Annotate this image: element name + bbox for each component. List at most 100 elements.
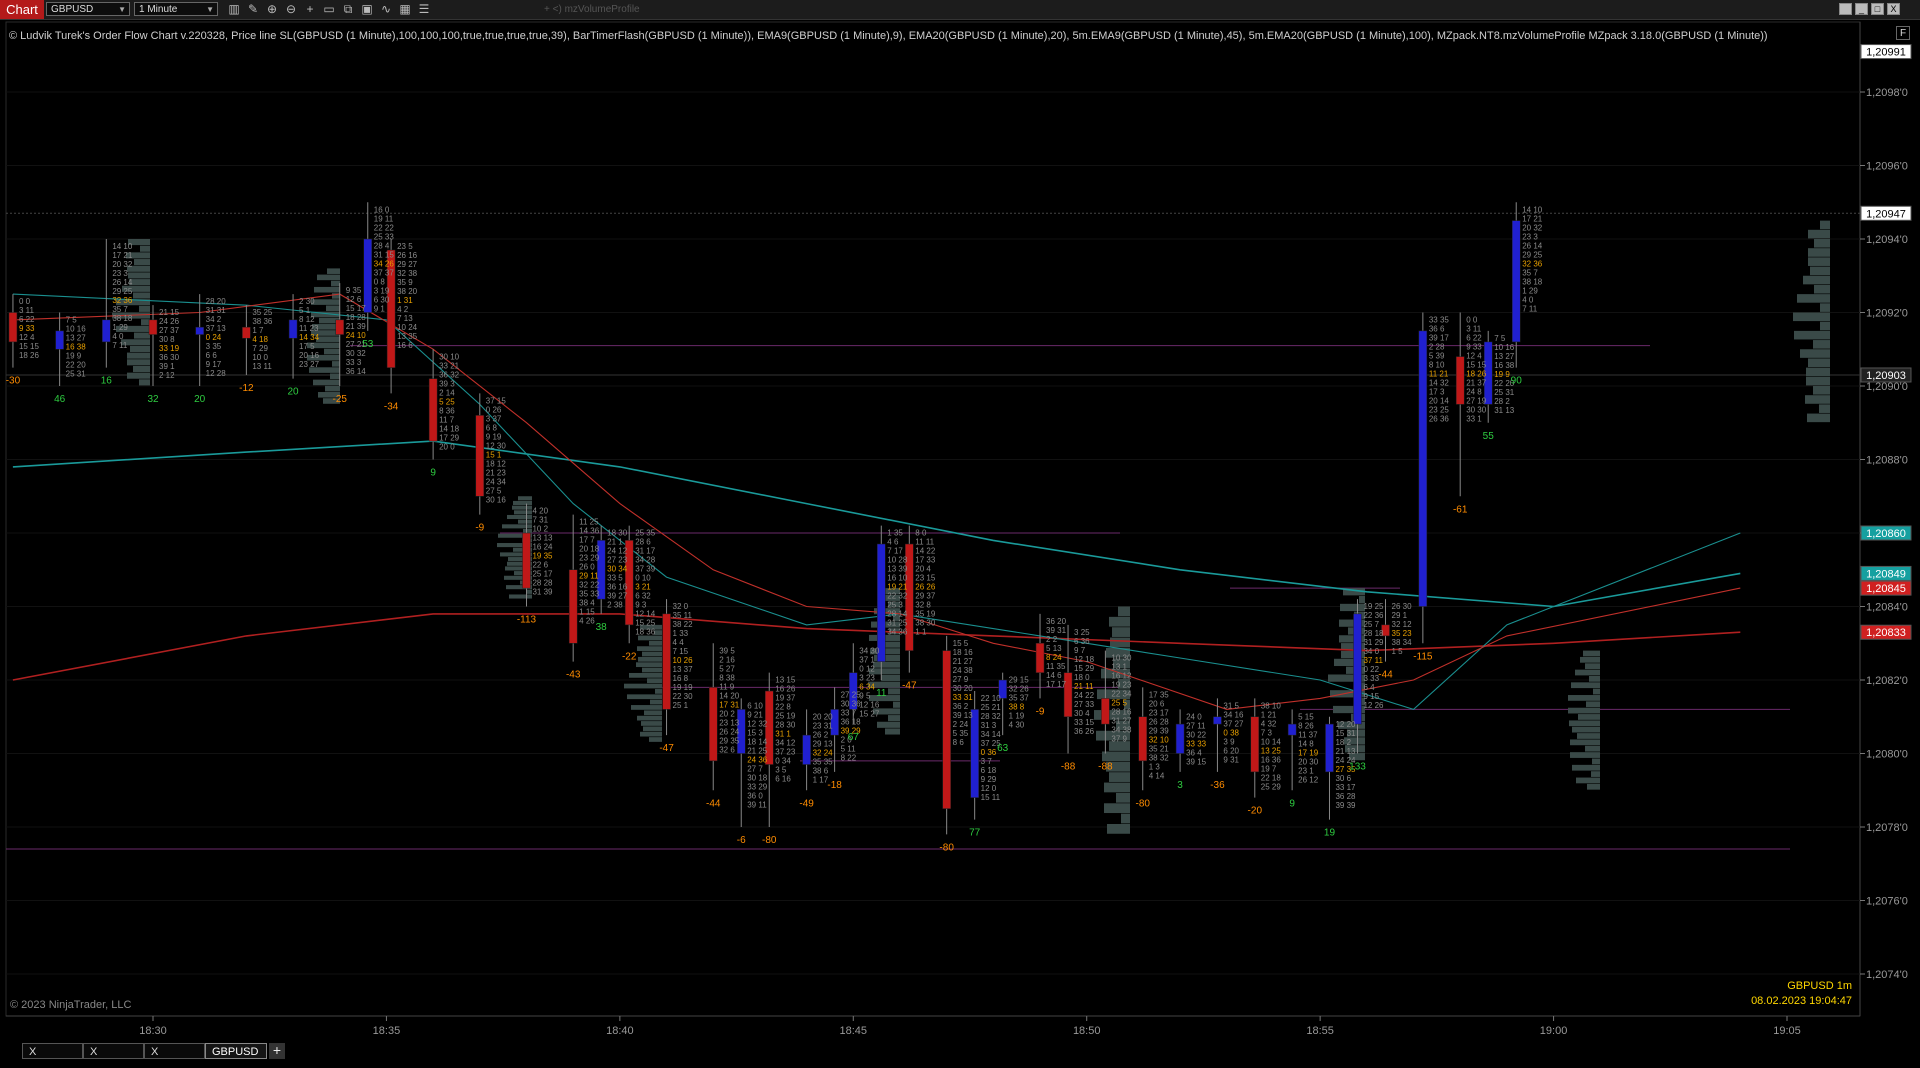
strategies-icon[interactable]: ▦ <box>397 2 413 17</box>
footprint-cell: 35 33 <box>579 590 600 599</box>
footprint-cell: 20 4 <box>915 565 931 574</box>
price-tag-label: 1,20845 <box>1866 583 1906 595</box>
candle-body[interactable] <box>242 326 251 339</box>
footprint-cell: 13 27 <box>66 334 87 343</box>
footprint-cell: 29 39 <box>1149 726 1170 735</box>
footprint-cell: 28 14 <box>887 610 908 619</box>
tab-empty-2[interactable]: X <box>83 1043 144 1059</box>
candle-body[interactable] <box>1455 356 1465 405</box>
footprint-cell: 36 30 <box>159 353 180 362</box>
y-tick-label: 1,2096'0 <box>1866 161 1908 173</box>
candle-body[interactable] <box>522 532 531 589</box>
candle-body[interactable] <box>708 687 718 762</box>
candle-body[interactable] <box>1101 698 1110 725</box>
snapshot-icon[interactable]: ⧉ <box>340 2 356 17</box>
footprint-cell: 13 11 <box>252 362 272 371</box>
footprint-cell: 22 36 <box>1363 611 1384 620</box>
candle-body[interactable] <box>55 330 64 350</box>
delta-label: -25 <box>333 394 348 405</box>
f-toggle-button[interactable]: F <box>1896 26 1910 40</box>
chart-menu-button[interactable]: Chart <box>0 0 44 19</box>
candle-body[interactable] <box>1418 330 1428 607</box>
candle-body[interactable] <box>1353 613 1362 725</box>
footprint-cell: 19 23 <box>1111 681 1132 690</box>
candle-body[interactable] <box>8 312 18 343</box>
footprint-cell: 16 26 <box>775 685 796 694</box>
maximize-button[interactable]: □ <box>1871 3 1884 15</box>
footprint-cell: 14 10 <box>1522 205 1543 214</box>
candle-body[interactable] <box>1511 220 1521 343</box>
bar-style-icon[interactable]: ▥ <box>226 2 242 17</box>
zoom-in-icon[interactable]: ⊕ <box>264 2 280 17</box>
tile-icon[interactable] <box>1839 3 1852 15</box>
candle-body[interactable] <box>1138 716 1147 762</box>
tab-gbpusd[interactable]: GBPUSD <box>205 1043 267 1059</box>
candle-body[interactable] <box>662 613 671 710</box>
volume-profile-bar <box>1118 606 1130 617</box>
chart-plot-area[interactable] <box>5 21 1861 1017</box>
volume-profile-indicator-button[interactable]: + <) mzVolumeProfile <box>544 3 640 17</box>
candle-body[interactable] <box>942 650 951 809</box>
candle-body[interactable] <box>428 378 438 442</box>
footprint-cell: 1 19 <box>1009 712 1025 721</box>
price-tag-label: 1,20849 <box>1866 568 1906 580</box>
footprint-cell: 32 22 <box>579 581 600 590</box>
volume-profile-bar <box>1104 782 1130 793</box>
footprint-cell: 25 33 <box>374 232 395 241</box>
candle-body[interactable] <box>475 415 485 497</box>
candle-body[interactable] <box>1175 723 1185 754</box>
chart-trader-icon[interactable]: ☰ <box>416 2 432 17</box>
footprint-cell: 11 25 <box>579 518 599 527</box>
candle-body[interactable] <box>568 569 578 644</box>
data-box-icon[interactable]: ▭ <box>321 2 337 17</box>
price-chart[interactable]: © Ludvik Turek's Order Flow Chart v.2203… <box>0 20 1920 1042</box>
candle-body[interactable] <box>1213 716 1222 725</box>
add-tab-button[interactable]: + <box>269 1043 285 1059</box>
footprint-cell: 12 6 <box>346 295 362 304</box>
draw-tools-icon[interactable]: ✎ <box>245 2 261 17</box>
candle-body[interactable] <box>1250 716 1260 773</box>
footprint-cell: 36 26 <box>1074 727 1095 736</box>
candle-body[interactable] <box>102 319 111 343</box>
crosshair-icon[interactable]: + <box>302 2 318 17</box>
candle-body[interactable] <box>877 543 886 662</box>
volume-profile-bar <box>650 699 662 705</box>
properties-icon[interactable]: ▣ <box>359 2 375 17</box>
tab-empty-3[interactable]: X <box>144 1043 205 1059</box>
minimize-button[interactable]: _ <box>1855 3 1868 15</box>
candle-body[interactable] <box>288 319 298 339</box>
tab-empty-1[interactable]: X <box>22 1043 83 1059</box>
footprint-cell: 12 20 <box>1335 720 1356 729</box>
footprint-cell: 15 17 <box>346 304 367 313</box>
interval-select[interactable]: 1 Minute ▼ <box>134 2 218 16</box>
volume-profile-bar <box>1578 714 1600 720</box>
footprint-cell: 8 38 <box>719 673 735 682</box>
delta-label: -49 <box>799 798 814 809</box>
indicators-icon[interactable]: ∿ <box>378 2 394 17</box>
candle-body[interactable] <box>802 734 811 765</box>
candle-body[interactable] <box>335 319 344 335</box>
footprint-cell: 1 35 <box>887 529 903 538</box>
instrument-select[interactable]: GBPUSD ▼ <box>46 2 130 16</box>
candle-body[interactable] <box>363 238 373 313</box>
footprint-cell: 3 23 <box>859 673 875 682</box>
tab-close-icon[interactable]: X <box>90 1046 97 1058</box>
candle-body[interactable] <box>1287 723 1297 736</box>
candle-body[interactable] <box>1035 643 1045 673</box>
candle-body[interactable] <box>970 709 979 798</box>
footprint-cell: 38 22 <box>673 620 694 629</box>
close-button[interactable]: X <box>1887 3 1900 15</box>
tab-close-icon[interactable]: X <box>29 1046 36 1058</box>
footprint-cell: 12 30 <box>486 441 507 450</box>
footprint-cell: 22 20 <box>66 361 87 370</box>
candle-body[interactable] <box>1325 723 1334 773</box>
volume-profile-bar <box>1794 330 1830 340</box>
candle-body[interactable] <box>148 319 158 335</box>
time-axis[interactable]: 18:30 18:35 18:40 18:45 18:50 18:55 19:00 19:05 <box>139 1016 1801 1037</box>
tab-close-icon[interactable]: X <box>151 1046 158 1058</box>
delta-label: 20 <box>287 387 299 398</box>
footprint-cell: 9 33 <box>19 324 35 333</box>
footprint-cell: 21 25 <box>747 746 768 755</box>
candle-body[interactable] <box>195 326 204 335</box>
zoom-out-icon[interactable]: ⊖ <box>283 2 299 17</box>
